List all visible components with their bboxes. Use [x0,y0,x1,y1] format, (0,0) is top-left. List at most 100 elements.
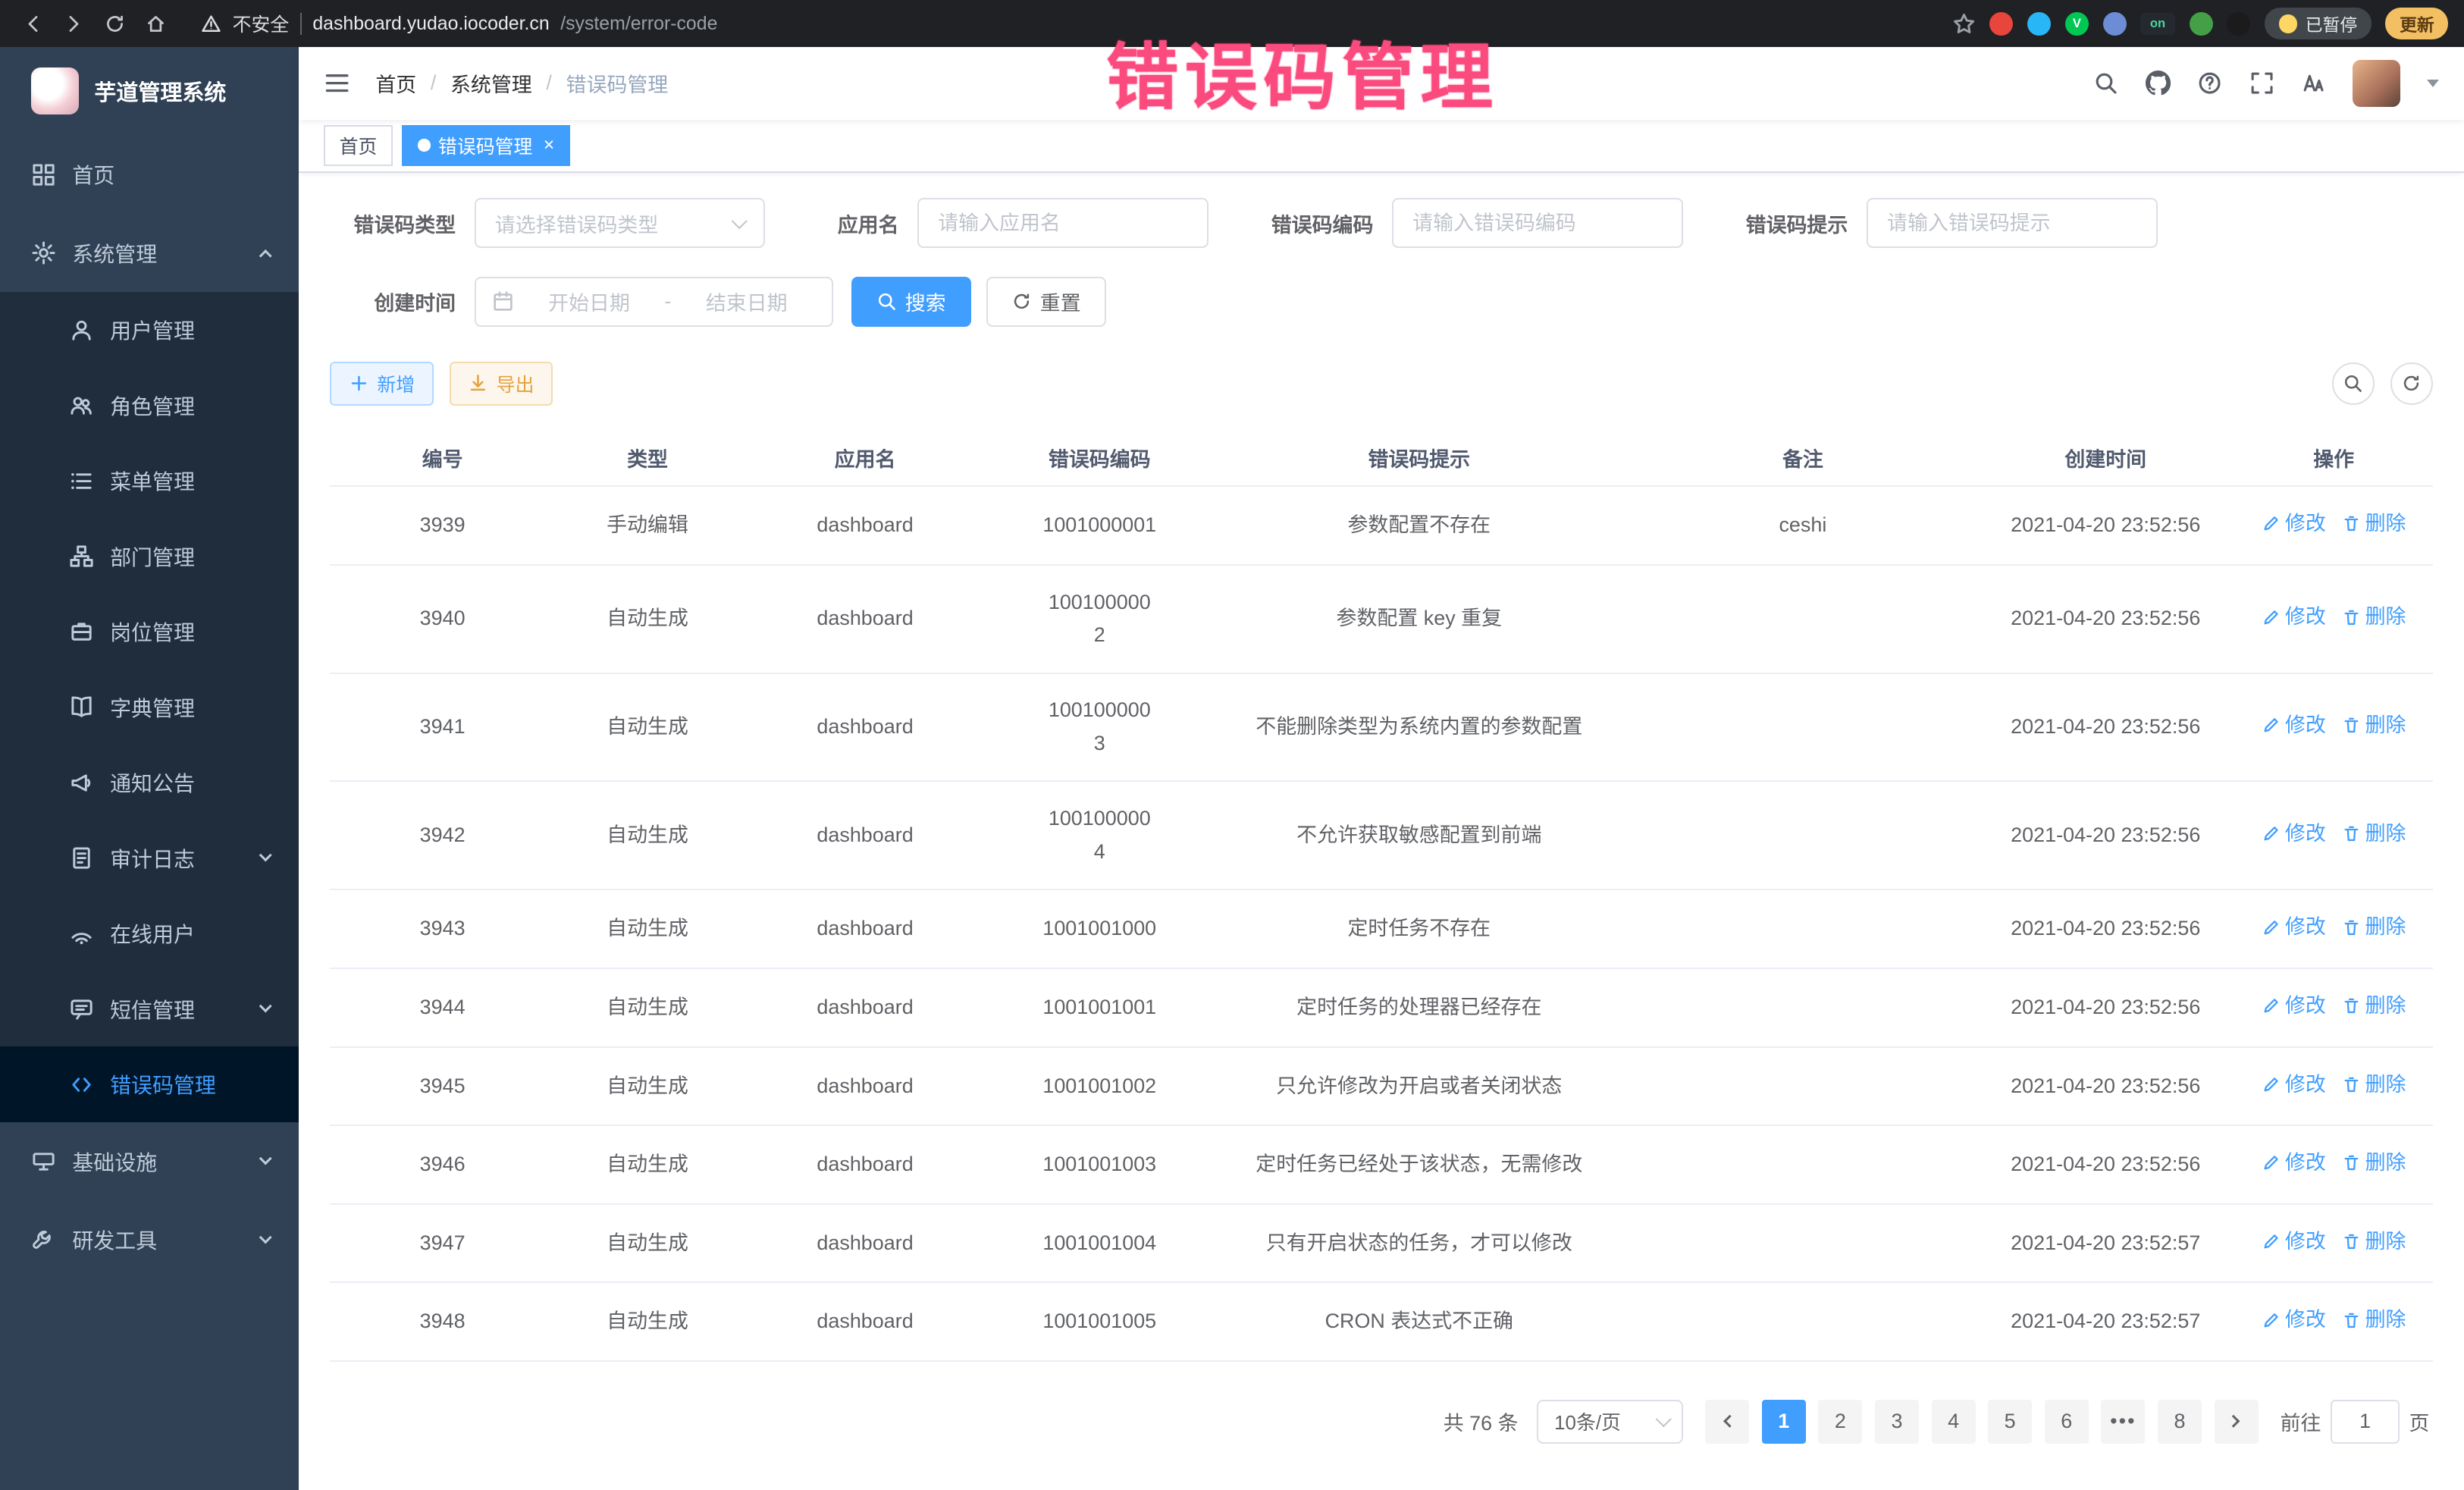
github-icon[interactable] [2146,71,2171,96]
sidebar-item-errorcode[interactable]: 错误码管理 [0,1046,299,1121]
error-type-select[interactable]: 请选择错误码类型 [475,198,765,248]
sidebar-item-tools[interactable]: 研发工具 [0,1200,299,1279]
delete-link[interactable]: 删除 [2342,1225,2406,1259]
address-bar[interactable]: 不安全 dashboard.yudao.iocoder.cn/system/er… [201,10,717,37]
add-button[interactable]: 新增 [330,362,434,406]
fullscreen-icon[interactable] [2249,71,2274,96]
edit-link[interactable]: 修改 [2262,817,2326,851]
edit-link[interactable]: 修改 [2262,990,2326,1023]
sidebar-item-user[interactable]: 用户管理 [0,292,299,367]
page-button-8[interactable]: 8 [2158,1400,2202,1444]
export-button[interactable]: 导出 [450,362,553,406]
page-button-4[interactable]: 4 [1932,1400,1976,1444]
prev-page-button[interactable] [1705,1400,1749,1444]
delete-link[interactable]: 删除 [2342,1303,2406,1337]
create-time-range-picker[interactable]: 开始日期 - 结束日期 [475,277,833,327]
browser-reload-button[interactable] [97,6,132,41]
user-avatar[interactable] [2353,60,2400,107]
delete-link[interactable]: 删除 [2342,601,2406,634]
more-pages-button[interactable]: ••• [2101,1400,2145,1444]
update-button[interactable]: 更新 [2385,8,2448,39]
refresh-button[interactable] [2390,362,2433,405]
chevron-right-icon [2227,1415,2241,1429]
tab-home[interactable]: 首页 [324,125,393,166]
delete-link[interactable]: 删除 [2342,507,2406,541]
edit-link[interactable]: 修改 [2262,601,2326,634]
role-icon [69,393,94,418]
page-size-select[interactable]: 10条/页 [1537,1400,1683,1444]
chevron-down-icon[interactable] [2427,80,2439,93]
page-button-6[interactable]: 6 [2045,1400,2089,1444]
toggle-search-button[interactable] [2332,362,2375,405]
delete-link[interactable]: 删除 [2342,817,2406,851]
create-time-label: 创建时间 [330,287,456,316]
hamburger-icon[interactable] [324,70,350,96]
breadcrumb-home[interactable]: 首页 [375,68,416,98]
reset-button[interactable]: 重置 [986,277,1105,327]
bookmark-star-icon[interactable] [1952,12,1976,36]
sidebar-item-home[interactable]: 首页 [0,135,299,214]
next-page-button[interactable] [2215,1400,2259,1444]
browser-home-button[interactable] [138,6,173,41]
page-button-3[interactable]: 3 [1875,1400,1919,1444]
paused-badge[interactable]: 已暂停 [2265,8,2372,39]
search-icon[interactable] [2093,71,2118,96]
cell-app-name: dashboard [740,486,990,565]
cell-actions: 修改删除 [2235,781,2433,889]
cell-actions: 修改删除 [2235,1204,2433,1283]
pin-extension-icon[interactable] [2227,12,2250,36]
col-create-time: 创建时间 [1977,431,2235,486]
edit-link[interactable]: 修改 [2262,1147,2326,1180]
sidebar-item-notice[interactable]: 通知公告 [0,745,299,820]
sidebar-item-sms[interactable]: 短信管理 [0,971,299,1046]
delete-link[interactable]: 删除 [2342,1068,2406,1102]
edit-link[interactable]: 修改 [2262,1068,2326,1102]
delete-link[interactable]: 删除 [2342,911,2406,944]
sidebar-item-post[interactable]: 岗位管理 [0,594,299,669]
goto-page-input[interactable] [2331,1400,2400,1444]
error-message-input[interactable] [1867,198,2157,248]
cell-type: 手动编辑 [555,486,740,565]
error-code-input[interactable] [1392,198,1682,248]
page-button-5[interactable]: 5 [1988,1400,2032,1444]
edit-link[interactable]: 修改 [2262,1303,2326,1337]
edit-link[interactable]: 修改 [2262,507,2326,541]
sidebar-item-menu[interactable]: 菜单管理 [0,443,299,518]
sidebar-item-dict[interactable]: 字典管理 [0,670,299,745]
page-button-2[interactable]: 2 [1818,1400,1862,1444]
red-extension-icon[interactable] [1989,12,2013,36]
sidebar-item-role[interactable]: 角色管理 [0,368,299,443]
browser-back-button[interactable] [16,6,51,41]
edit-link[interactable]: 修改 [2262,709,2326,742]
delete-link[interactable]: 删除 [2342,990,2406,1023]
cell-app-name: dashboard [740,1047,990,1126]
droplet-extension-icon[interactable] [2027,12,2051,36]
sidebar-item-audit[interactable]: 审计日志 [0,820,299,896]
sidebar-item-online[interactable]: 在线用户 [0,896,299,971]
edit-link[interactable]: 修改 [2262,1225,2326,1259]
breadcrumb-system[interactable]: 系统管理 [450,68,532,98]
cell-remark [1629,673,1977,782]
app-logo [31,67,78,114]
help-icon[interactable] [2197,71,2222,96]
v-extension-icon[interactable]: V [2065,12,2089,36]
close-tab-icon[interactable]: × [544,134,555,156]
user-icon [69,318,94,343]
tab-error-code-management[interactable]: 错误码管理× [402,125,570,166]
cell-id: 3939 [330,486,555,565]
on-extension-icon[interactable]: on [2140,13,2175,35]
search-button[interactable]: 搜索 [851,277,970,327]
browser-forward-button[interactable] [57,6,92,41]
sidebar-item-infra[interactable]: 基础设施 [0,1122,299,1201]
blue-extension-icon[interactable] [2103,12,2127,36]
edit-link[interactable]: 修改 [2262,911,2326,944]
sidebar-item-dept[interactable]: 部门管理 [0,519,299,594]
delete-link[interactable]: 删除 [2342,1147,2406,1180]
page-button-1[interactable]: 1 [1762,1400,1806,1444]
delete-link[interactable]: 删除 [2342,709,2406,742]
green-extension-icon[interactable] [2190,12,2213,36]
font-size-icon[interactable] [2301,71,2326,96]
cell-error-code: 1001001003 [990,1125,1208,1204]
sidebar-item-system[interactable]: 系统管理 [0,214,299,293]
app-name-input[interactable] [917,198,1208,248]
